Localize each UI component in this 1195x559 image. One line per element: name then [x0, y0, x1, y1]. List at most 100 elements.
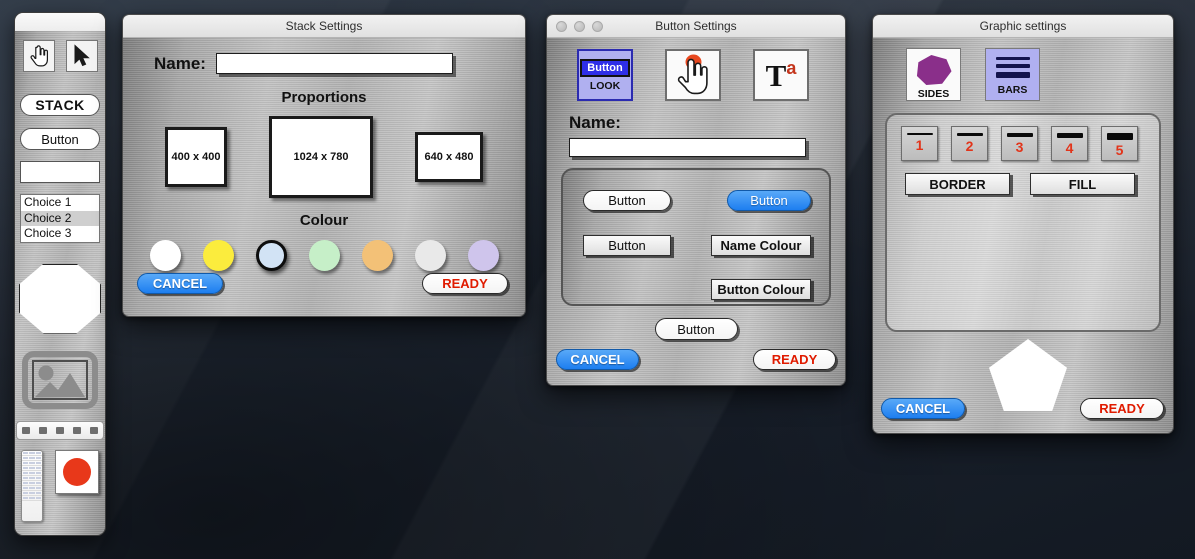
button-settings-window: Button Settings Button LOOK T a Name: Bu…: [546, 14, 846, 386]
colour-option-light-blue[interactable]: [255, 240, 287, 271]
stack-cancel-button[interactable]: CANCEL: [137, 273, 223, 294]
thickness-preview-line: [956, 133, 983, 136]
arrow-cursor-icon: [74, 44, 90, 67]
colour-swatch-icon: [63, 457, 91, 486]
graphic-cancel-label: CANCEL: [895, 401, 951, 416]
octagon-shape-tool[interactable]: [19, 263, 101, 334]
sidebar-stack-button[interactable]: STACK: [20, 94, 100, 116]
colour-option-white[interactable]: [149, 240, 181, 271]
thickness-label: 3: [1015, 139, 1024, 155]
graphic-window-titlebar[interactable]: Graphic settings: [873, 15, 1173, 38]
graphic-ready-button[interactable]: READY: [1080, 398, 1164, 419]
stack-settings-window: Stack Settings Name: Proportions 400 x 4…: [122, 14, 526, 317]
close-icon[interactable]: [556, 20, 567, 32]
button-cancel-button[interactable]: CANCEL: [556, 349, 639, 370]
border-button[interactable]: BORDER: [905, 173, 1010, 195]
sidebar-choice-list[interactable]: Choice 1 Choice 2 Choice 3: [20, 194, 100, 243]
proportion-label: 640 x 480: [424, 151, 474, 163]
stack-cancel-label: CANCEL: [152, 276, 208, 291]
stack-window-body: Name: Proportions 400 x 400 1024 x 780 6…: [123, 38, 525, 316]
sidebar-button-control[interactable]: Button: [20, 128, 100, 150]
graphic-window-title: Graphic settings: [979, 19, 1067, 33]
colour-option-light-green[interactable]: [308, 240, 340, 271]
button-style-group: Button Button Button Name Colour Button …: [561, 168, 831, 306]
colour-option-orange[interactable]: [361, 240, 393, 271]
stack-ready-label: READY: [442, 276, 488, 291]
tab-look[interactable]: Button LOOK: [577, 49, 633, 101]
colour-option-yellow[interactable]: [202, 240, 234, 271]
proportion-label: 400 x 400: [171, 151, 221, 163]
thickness-option-2[interactable]: 2: [951, 126, 988, 161]
tab-bars[interactable]: BARS: [985, 48, 1040, 101]
thickness-label: 4: [1065, 140, 1074, 156]
mini-panel-thumbnail[interactable]: [21, 449, 43, 522]
zoom-icon[interactable]: [592, 20, 603, 32]
tab-action[interactable]: [665, 49, 721, 101]
proportions-heading: Proportions: [281, 89, 367, 106]
thickness-option-1[interactable]: 1: [901, 126, 938, 161]
proportion-option-640x480[interactable]: 640 x 480: [415, 132, 483, 182]
stack-window-title: Stack Settings: [285, 19, 363, 33]
proportion-label: 1024 x 780: [293, 151, 349, 163]
proportion-option-400x400[interactable]: 400 x 400: [165, 127, 227, 187]
thickness-label: 2: [965, 138, 974, 154]
button-window-body: Button LOOK T a Name: Button Button Butt…: [547, 38, 845, 385]
fill-button[interactable]: FILL: [1030, 173, 1135, 195]
mini-toolbar-thumbnail[interactable]: [16, 420, 104, 440]
button-preview-label: Button: [677, 321, 715, 337]
window-traffic-lights: [556, 20, 603, 32]
style-button-label: Button: [750, 193, 788, 208]
shape-preview: [989, 339, 1067, 411]
stack-name-input[interactable]: [215, 53, 453, 74]
sidebar-stack-label: STACK: [35, 97, 85, 113]
button-ready-button[interactable]: READY: [753, 349, 836, 370]
list-item[interactable]: Choice 1: [21, 195, 99, 211]
arrow-tool-button[interactable]: [65, 40, 98, 72]
graphic-cancel-button[interactable]: CANCEL: [881, 398, 965, 419]
style-square-grey-button[interactable]: Button: [583, 235, 671, 256]
button-colour-button[interactable]: Button Colour: [711, 279, 811, 300]
pentagon-shape-preview: [989, 339, 1067, 411]
border-label: BORDER: [929, 176, 986, 192]
palette-titlebar[interactable]: [15, 13, 105, 31]
toolbar-thumb-item: [21, 426, 30, 434]
thickness-option-5[interactable]: 5: [1101, 126, 1138, 161]
button-name-input[interactable]: [569, 138, 806, 157]
pointing-hand-icon: [29, 45, 48, 67]
graphic-ready-label: READY: [1099, 401, 1145, 416]
style-rounded-blue-button[interactable]: Button: [727, 190, 811, 211]
button-window-titlebar[interactable]: Button Settings: [547, 15, 845, 38]
thickness-option-4[interactable]: 4: [1051, 126, 1088, 161]
picture-placeholder-icon[interactable]: [22, 350, 98, 409]
style-button-label: Button Colour: [717, 282, 805, 297]
thickness-preview-line: [1056, 133, 1083, 138]
tab-text[interactable]: T a: [753, 49, 809, 101]
proportion-option-1024x780[interactable]: 1024 x 780: [269, 116, 373, 198]
thickness-option-3[interactable]: 3: [1001, 126, 1038, 161]
thickness-preview-line: [906, 133, 933, 135]
colour-option-lavender[interactable]: [467, 240, 499, 271]
hand-tool-button[interactable]: [22, 40, 55, 72]
thickness-preview-line: [1106, 133, 1133, 140]
stack-ready-button[interactable]: READY: [422, 273, 508, 294]
sidebar-text-field[interactable]: [20, 161, 100, 183]
colour-option-light-grey[interactable]: [414, 240, 446, 271]
tool-palette: STACK Button Choice 1 Choice 2 Choice 3: [14, 12, 106, 536]
graphic-window-body: SIDES BARS 1 2 3 4 5 BORDER FILL CANCEL …: [873, 38, 1173, 433]
sidebar-button-label: Button: [41, 131, 79, 147]
tab-sides-label: SIDES: [917, 88, 950, 100]
button-preview[interactable]: Button: [654, 318, 738, 340]
list-item[interactable]: Choice 2: [21, 210, 99, 226]
style-rounded-white-button[interactable]: Button: [583, 190, 671, 211]
fill-label: FILL: [1068, 176, 1097, 192]
style-button-label: Button: [608, 193, 646, 208]
colour-swatch-button[interactable]: [55, 449, 99, 494]
thickness-label: 1: [915, 137, 924, 153]
stack-name-label: Name:: [154, 53, 206, 73]
tab-sides[interactable]: SIDES: [906, 48, 961, 101]
stack-window-titlebar[interactable]: Stack Settings: [123, 15, 525, 38]
toolbar-thumb-item: [38, 426, 47, 434]
list-item[interactable]: Choice 3: [21, 226, 99, 242]
name-colour-button[interactable]: Name Colour: [711, 235, 811, 256]
minimize-icon[interactable]: [574, 20, 585, 32]
